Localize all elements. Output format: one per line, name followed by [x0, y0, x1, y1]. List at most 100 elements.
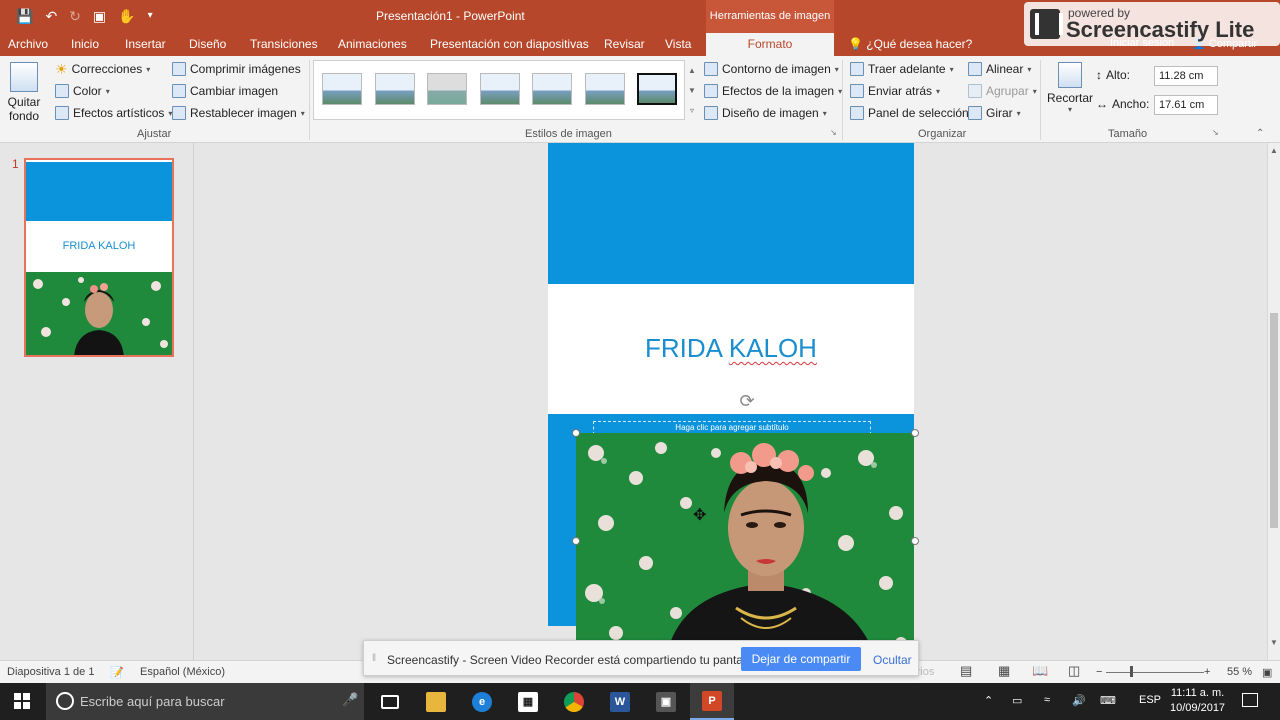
fit-slide-icon[interactable]: ▣ — [1262, 666, 1272, 679]
picture-border-button[interactable]: Contorno de imagen ▾ — [704, 62, 839, 76]
gallery-up-icon[interactable]: ▲ — [688, 66, 696, 75]
picture-style-3[interactable] — [427, 73, 467, 105]
dialog-launcher-icon[interactable]: ↘ — [830, 128, 837, 137]
picture-layout-button[interactable]: Diseño de imagen ▾ — [704, 106, 827, 120]
width-label: Ancho: — [1112, 97, 1150, 111]
taskbar-search[interactable]: Escribe aquí para buscar 🎤 — [46, 683, 364, 720]
rotate-handle-icon[interactable]: ⟳ — [737, 392, 757, 412]
resize-handle-middle-right[interactable] — [911, 537, 919, 545]
frida-portrait-image[interactable] — [576, 433, 914, 660]
tab-archivo[interactable]: Archivo — [8, 37, 48, 51]
hide-link[interactable]: Ocultar — [873, 653, 912, 667]
picture-effects-button[interactable]: Efectos de la imagen ▾ — [704, 84, 842, 98]
stop-sharing-button[interactable]: Dejar de compartir — [741, 647, 861, 671]
redo-icon[interactable]: ↻ — [69, 6, 81, 26]
picture-style-7[interactable] — [637, 73, 677, 105]
tab-diseno[interactable]: Diseño — [189, 37, 226, 51]
remove-background-button[interactable]: Quitar fondo — [6, 62, 42, 123]
picture-style-6[interactable] — [585, 73, 625, 105]
store-icon[interactable]: ▦ — [506, 683, 550, 720]
zoom-slider[interactable] — [1106, 672, 1204, 673]
slide-thumbnail[interactable]: FRIDA KALOH — [24, 158, 174, 357]
edge-icon[interactable]: e — [460, 683, 504, 720]
tab-vista[interactable]: Vista — [665, 37, 691, 51]
zoom-level[interactable]: 55 % — [1227, 666, 1252, 678]
chrome-icon[interactable] — [552, 683, 596, 720]
scroll-down-icon[interactable]: ▼ — [1270, 638, 1278, 647]
microphone-icon[interactable]: 🎤 — [342, 692, 358, 708]
picture-style-2[interactable] — [375, 73, 415, 105]
video-app-icon[interactable]: ▣ — [644, 683, 688, 720]
touch-mode-icon[interactable]: ✋ — [118, 6, 135, 26]
picture-style-5[interactable] — [532, 73, 572, 105]
rotate-button[interactable]: Girar ▾ — [968, 106, 1021, 120]
scroll-up-icon[interactable]: ▲ — [1270, 146, 1278, 155]
collapse-ribbon-icon[interactable]: ⌃ — [1256, 128, 1264, 139]
group-label-ajustar: Ajustar — [137, 128, 172, 140]
resize-handle-middle-left[interactable] — [572, 537, 580, 545]
word-icon[interactable]: W — [598, 683, 642, 720]
file-explorer-icon[interactable] — [414, 683, 458, 720]
battery-icon[interactable]: ▭ — [1012, 694, 1022, 707]
tab-inicio[interactable]: Inicio — [71, 37, 99, 51]
tab-insertar[interactable]: Insertar — [125, 37, 166, 51]
slide-title[interactable]: FRIDA KALOH — [548, 333, 914, 364]
align-button[interactable]: Alinear ▾ — [968, 62, 1031, 76]
compress-pictures-button[interactable]: Comprimir imágenes — [172, 62, 301, 76]
tab-presentacion[interactable]: Presentación con diapositivas — [430, 37, 589, 51]
drag-grip-icon[interactable]: ‖ — [372, 653, 376, 664]
reset-picture-button[interactable]: Restablecer imagen ▾ — [172, 106, 305, 120]
volume-icon[interactable]: 🔊 — [1072, 694, 1086, 707]
input-language[interactable]: ESP — [1139, 694, 1161, 706]
tell-me-search[interactable]: 💡 ¿Qué desea hacer? — [848, 37, 972, 51]
picture-style-1[interactable] — [322, 73, 362, 105]
zoom-knob[interactable] — [1130, 666, 1133, 677]
slide-sorter-icon[interactable]: ▦ — [998, 663, 1010, 679]
artistic-effects-button[interactable]: Efectos artísticos ▾ — [55, 106, 172, 120]
vertical-scrollbar[interactable]: ▲ ▼ — [1267, 143, 1280, 660]
gallery-more-icon[interactable]: ▿ — [690, 106, 694, 115]
system-clock[interactable]: 11:11 a. m. 10/09/2017 — [1170, 686, 1225, 716]
present-icon[interactable]: ▣ — [93, 6, 106, 26]
save-icon[interactable]: 💾 — [16, 6, 33, 26]
height-input[interactable]: 11.28 cm — [1154, 66, 1218, 86]
windows-start-icon[interactable] — [14, 693, 30, 709]
undo-icon[interactable]: ↶ — [45, 6, 57, 26]
tab-revisar[interactable]: Revisar — [604, 37, 645, 51]
task-view-icon[interactable] — [368, 683, 412, 720]
spellcheck-icon[interactable]: 📝 — [110, 666, 124, 679]
resize-handle-top-right[interactable] — [911, 429, 919, 437]
height-icon: ↕ — [1096, 68, 1102, 82]
change-picture-button[interactable]: Cambiar imagen — [172, 84, 278, 98]
group-button[interactable]: Agrupar ▾ — [968, 84, 1037, 98]
slide[interactable]: FRIDA KALOH Haga clic para agregar subtí… — [548, 143, 914, 660]
width-input[interactable]: 17.61 cm — [1154, 95, 1218, 115]
corrections-button[interactable]: ☀ Correcciones ▾ — [55, 62, 150, 76]
bring-forward-button[interactable]: Traer adelante ▾ — [850, 62, 954, 76]
gallery-scroll[interactable]: ▲ ▼ ▿ — [686, 60, 698, 120]
zoom-out-icon[interactable]: − — [1096, 666, 1102, 678]
powerpoint-icon[interactable]: P — [690, 683, 734, 720]
wifi-icon[interactable]: ≈ — [1044, 694, 1050, 706]
keyboard-icon[interactable]: ⌨ — [1100, 694, 1116, 707]
slideshow-icon[interactable]: ◫ — [1068, 663, 1080, 679]
tab-animaciones[interactable]: Animaciones — [338, 37, 407, 51]
scroll-thumb[interactable] — [1270, 313, 1278, 528]
customize-qat-icon[interactable]: ▾ — [148, 6, 153, 26]
color-button[interactable]: Color ▾ — [55, 84, 110, 98]
tab-transiciones[interactable]: Transiciones — [250, 37, 318, 51]
gallery-down-icon[interactable]: ▼ — [688, 86, 696, 95]
tray-expand-icon[interactable]: ⌃ — [984, 694, 993, 707]
resize-handle-top-left[interactable] — [572, 429, 580, 437]
reading-view-icon[interactable]: 📖 — [1032, 663, 1048, 679]
notification-center-icon[interactable] — [1242, 693, 1258, 707]
size-dialog-launcher-icon[interactable]: ↘ — [1212, 128, 1219, 137]
tab-formato[interactable]: Formato — [706, 33, 834, 56]
selection-pane-button[interactable]: Panel de selección — [850, 106, 969, 120]
send-backward-button[interactable]: Enviar atrás ▾ — [850, 84, 940, 98]
normal-view-icon[interactable]: ▤ — [960, 663, 972, 679]
crop-button[interactable]: Recortar ▾ — [1047, 62, 1093, 114]
picture-style-4[interactable] — [480, 73, 520, 105]
language-indicator[interactable]: Español (México) — [140, 666, 225, 678]
zoom-in-icon[interactable]: + — [1204, 666, 1210, 678]
